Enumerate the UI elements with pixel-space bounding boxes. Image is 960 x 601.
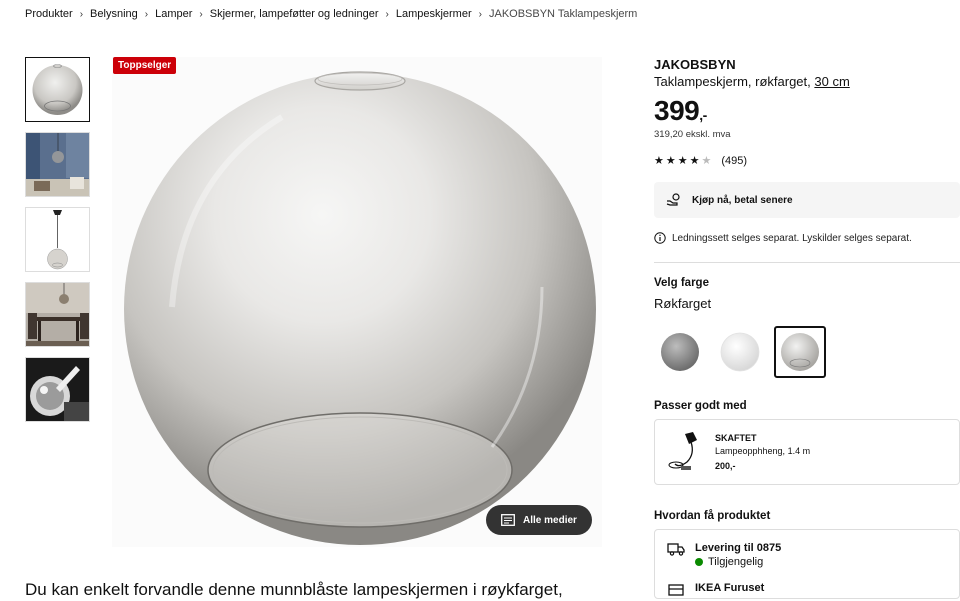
- all-media-button[interactable]: Alle medier: [486, 505, 592, 535]
- delivery-option[interactable]: Levering til 0875 Tilgjengelig: [667, 542, 947, 568]
- matching-product-info: SKAFTET Lampeopphheng, 1.4 m 200,-: [715, 432, 810, 473]
- notice-text: Ledningssett selges separat. Lyskilder s…: [672, 232, 912, 244]
- chevron-right-icon: ›: [79, 8, 84, 20]
- delivery-options: Levering til 0875 Tilgjengelig IKEA Furu…: [654, 529, 960, 599]
- main-product-image[interactable]: [112, 57, 602, 547]
- chevron-right-icon: ›: [144, 8, 149, 20]
- breadcrumb-item-lampeskjermer[interactable]: Lampeskjermer: [396, 8, 472, 20]
- star-icon: ★: [654, 155, 664, 167]
- truck-icon: [667, 543, 685, 556]
- size-link[interactable]: 30 cm: [814, 74, 849, 89]
- star-half-icon: ★: [701, 155, 712, 167]
- chevron-right-icon: ›: [478, 8, 482, 20]
- matches-title: Passer godt med: [654, 400, 747, 412]
- matching-product-name: SKAFTET: [715, 432, 757, 443]
- star-icon: ★: [665, 155, 676, 167]
- pay-later-label: Kjøp nå, betal senere: [692, 194, 793, 206]
- product-desc-text: Taklampeskjerm, røkfarget,: [654, 74, 815, 89]
- thumbnail-room-scene[interactable]: [25, 132, 90, 197]
- rating-count: (495): [721, 154, 748, 167]
- delivery-title: Hvordan få produktet: [654, 510, 771, 522]
- notice: Ledningssett selges separat. Lyskilder s…: [654, 232, 960, 244]
- breadcrumb-item-lamper[interactable]: Lamper: [155, 8, 192, 20]
- breadcrumb-item-belysning[interactable]: Belysning: [90, 8, 138, 20]
- swatch-grey[interactable]: [654, 326, 706, 378]
- price-ex-vat: 319,20 ekskl. mva: [654, 129, 731, 140]
- delivery-status: Tilgjengelig: [708, 556, 764, 568]
- matching-product-image: [655, 422, 715, 482]
- delivery-availability: Tilgjengelig: [695, 556, 781, 568]
- breadcrumb-current: JAKOBSBYN Taklampeskjerm: [488, 8, 638, 20]
- product-name: JAKOBSBYN: [654, 57, 736, 72]
- divider: [654, 262, 960, 263]
- breadcrumb: Produkter › Belysning › Lamper › Skjerme…: [25, 8, 637, 20]
- selected-color-name: Røkfarget: [654, 296, 712, 311]
- delivery-title-text: Levering til 0875: [695, 542, 782, 554]
- pay-later-button[interactable]: Kjøp nå, betal senere: [654, 182, 960, 218]
- store-title: IKEA Furuset: [695, 582, 765, 594]
- breadcrumb-item-produkter[interactable]: Produkter: [25, 8, 73, 20]
- chevron-right-icon: ›: [385, 8, 389, 20]
- rating[interactable]: ★ ★ ★ ★ ★ (495): [654, 154, 960, 168]
- thumbnail-product-globe[interactable]: [25, 57, 90, 122]
- chevron-right-icon: ›: [199, 8, 203, 20]
- star-icon: ★: [677, 155, 688, 167]
- matching-product-desc: Lampeopphheng, 1.4 m: [715, 445, 811, 456]
- product-subtitle: Taklampeskjerm, røkfarget, 30 cm: [654, 74, 960, 89]
- all-media-label: Alle medier: [523, 514, 577, 526]
- product-info-panel: JAKOBSBYN Taklampeskjerm, røkfarget, 30 …: [654, 57, 960, 599]
- thumbnail-dining-room[interactable]: [25, 282, 90, 347]
- available-dot-icon: [695, 558, 703, 566]
- info-icon: [654, 232, 666, 244]
- matching-product-price: 200,-: [715, 460, 736, 471]
- matching-product-card[interactable]: SKAFTET Lampeopphheng, 1.4 m 200,-: [654, 419, 960, 485]
- swatch-smoked[interactable]: [774, 326, 826, 378]
- thumbnail-list: [25, 57, 90, 432]
- price: 399 ,-: [654, 95, 960, 127]
- color-swatches: [654, 326, 960, 378]
- thumbnail-detail-bw[interactable]: [25, 357, 90, 422]
- breadcrumb-item-skjermer[interactable]: Skjermer, lampeføtter og ledninger: [210, 8, 379, 20]
- thumbnail-pendant[interactable]: [25, 207, 90, 272]
- top-seller-badge: Toppselger: [113, 57, 177, 74]
- gallery-icon: [501, 514, 515, 526]
- swatch-clear[interactable]: [714, 326, 766, 378]
- price-suffix: ,-: [699, 107, 707, 123]
- price-main: 399: [654, 95, 700, 126]
- store-option[interactable]: IKEA Furuset: [667, 582, 947, 596]
- color-section-title: Velg farge: [654, 277, 709, 289]
- star-icon: ★: [689, 155, 700, 167]
- hand-coin-icon: [666, 193, 680, 206]
- product-description: Du kan enkelt forvandle denne munnblåste…: [25, 580, 563, 599]
- store-icon: [668, 584, 684, 596]
